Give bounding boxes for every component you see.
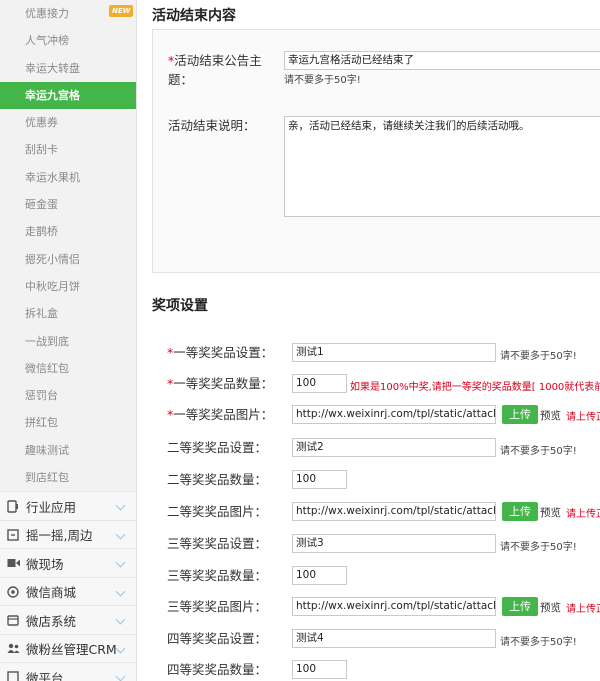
phone-icon	[6, 499, 20, 513]
sidebar-item-giftbox[interactable]: 拆礼盒	[0, 300, 136, 327]
prize1-upload-button[interactable]: 上传	[502, 405, 538, 424]
sidebar-item-red-packet[interactable]: 微信红包	[0, 355, 136, 382]
users-icon	[6, 642, 20, 656]
prize2-name-hint: 请不要多于50字!	[500, 446, 577, 457]
shake-icon	[6, 528, 20, 542]
sidebar-item-couple[interactable]: 摁死小情侣	[0, 246, 136, 273]
prize3-image-input[interactable]: http://wx.weixinrj.com/tpl/static/attach…	[292, 597, 496, 616]
sidebar-item-popularity[interactable]: 人气冲榜	[0, 27, 136, 54]
prize1-name-input[interactable]: 测试1	[292, 343, 496, 362]
prize3-name-input[interactable]: 测试3	[292, 534, 496, 553]
sidebar-item-fruit[interactable]: 幸运水果机	[0, 164, 136, 191]
sidebar-menu-mall[interactable]: 微信商城	[0, 576, 136, 606]
prize3-qty-label: 三等奖奖品数量：	[167, 568, 268, 583]
prize1-preview-link[interactable]: 预览	[540, 408, 561, 423]
prize2-qty-input[interactable]: 100	[292, 470, 347, 489]
prize1-qty-hint: 如果是100%中奖,请把一等奖的奖品数量[ 1000就代表前100	[350, 382, 600, 393]
prize2-upload-hint: 请上传正	[566, 509, 600, 520]
sidebar-menu-industry[interactable]: 行业应用	[0, 491, 136, 520]
prize-section-title: 奖项设置	[152, 298, 208, 314]
platform-icon	[6, 670, 20, 681]
prize1-name-label: *一等奖奖品设置：	[167, 345, 274, 360]
shop-icon	[6, 585, 20, 599]
end-desc-textarea[interactable]: 亲，活动已经结束，请继续关注我们的后续活动哦。	[284, 116, 600, 217]
prize1-image-label: *一等奖奖品图片：	[167, 407, 274, 422]
sidebar-item-punish[interactable]: 惩罚台	[0, 382, 136, 409]
prize3-preview-link[interactable]: 预览	[540, 600, 561, 615]
prize2-name-input[interactable]: 测试2	[292, 438, 496, 457]
prize2-qty-label: 二等奖奖品数量：	[167, 472, 268, 487]
new-badge: NEW	[109, 5, 134, 17]
sidebar-menu-live[interactable]: 微现场	[0, 548, 136, 577]
end-content-panel: *活动结束公告主题： 幸运九宫格活动已经结束了 请不要多于50字! 活动结束说明…	[152, 29, 600, 273]
end-topic-label: *活动结束公告主题：	[168, 53, 262, 87]
sidebar-item-group-packet[interactable]: 拼红包	[0, 409, 136, 436]
prize1-qty-label: *一等奖奖品数量：	[167, 376, 274, 391]
chevron-down-icon	[115, 614, 126, 625]
chevron-down-icon	[115, 671, 126, 681]
sidebar-item-egg[interactable]: 砸金蛋	[0, 191, 136, 218]
prize4-name-label: 四等奖奖品设置：	[167, 631, 268, 646]
chevron-down-icon	[115, 586, 126, 597]
sidebar-item-quiz-battle[interactable]: 一战到底	[0, 328, 136, 355]
end-topic-input[interactable]: 幸运九宫格活动已经结束了	[284, 51, 600, 70]
prize3-qty-input[interactable]: 100	[292, 566, 347, 585]
video-icon	[6, 556, 20, 570]
sidebar-item-wheel[interactable]: 幸运大转盘	[0, 55, 136, 82]
chevron-down-icon	[115, 500, 126, 511]
main-content: 活动结束内容 *活动结束公告主题： 幸运九宫格活动已经结束了 请不要多于50字!…	[138, 0, 600, 681]
prize3-image-label: 三等奖奖品图片：	[167, 599, 268, 614]
prize3-upload-button[interactable]: 上传	[502, 597, 538, 616]
prize3-name-hint: 请不要多于50字!	[500, 542, 577, 553]
prize4-qty-label: 四等奖奖品数量：	[167, 662, 268, 677]
prize4-qty-input[interactable]: 100	[292, 660, 347, 679]
sidebar-item-nine-grid[interactable]: 幸运九宫格	[0, 81, 136, 110]
end-desc-label: 活动结束说明：	[168, 118, 256, 133]
prize3-upload-hint: 请上传正	[566, 604, 600, 615]
sidebar-item-scratch[interactable]: 刮刮卡	[0, 136, 136, 163]
sidebar: 优惠接力 NEW 人气冲榜 幸运大转盘 幸运九宫格 优惠券 刮刮卡 幸运水果机 …	[0, 0, 137, 681]
sidebar-item-bridge[interactable]: 走鹊桥	[0, 218, 136, 245]
prize2-image-label: 二等奖奖品图片：	[167, 504, 268, 519]
sidebar-menu-crm[interactable]: 微粉丝管理CRM	[0, 633, 136, 663]
end-section-title: 活动结束内容	[152, 8, 236, 24]
store-icon	[6, 613, 20, 627]
sidebar-item-fun-test[interactable]: 趣味测试	[0, 437, 136, 464]
sidebar-item-coupon[interactable]: 优惠券	[0, 109, 136, 136]
prize2-image-input[interactable]: http://wx.weixinrj.com/tpl/static/attach…	[292, 502, 496, 521]
prize1-image-input[interactable]: http://wx.weixinrj.com/tpl/static/attach…	[292, 405, 496, 424]
prize4-name-input[interactable]: 测试4	[292, 629, 496, 648]
sidebar-menu-shake[interactable]: 摇一摇,周边	[0, 519, 136, 549]
sidebar-menu-platform[interactable]: 微平台	[0, 662, 136, 681]
sidebar-item-store-packet[interactable]: 到店红包	[0, 464, 136, 491]
sidebar-item-mooncake[interactable]: 中秋吃月饼	[0, 273, 136, 300]
chevron-down-icon	[115, 643, 126, 654]
prize4-name-hint: 请不要多于50字!	[500, 637, 577, 648]
prize2-upload-button[interactable]: 上传	[502, 502, 538, 521]
sidebar-menu-store[interactable]: 微店系统	[0, 605, 136, 634]
prize1-name-hint: 请不要多于50字!	[500, 351, 577, 362]
chevron-down-icon	[115, 529, 126, 540]
prize2-name-label: 二等奖奖品设置：	[167, 440, 268, 455]
prize1-upload-hint: 请上传正	[566, 412, 600, 423]
end-topic-hint: 请不要多于50字!	[284, 75, 361, 86]
chevron-down-icon	[115, 557, 126, 568]
prize1-qty-input[interactable]: 100	[292, 374, 347, 393]
sidebar-item-relay[interactable]: 优惠接力 NEW	[0, 0, 136, 27]
prize2-preview-link[interactable]: 预览	[540, 505, 561, 520]
prize3-name-label: 三等奖奖品设置：	[167, 536, 268, 551]
